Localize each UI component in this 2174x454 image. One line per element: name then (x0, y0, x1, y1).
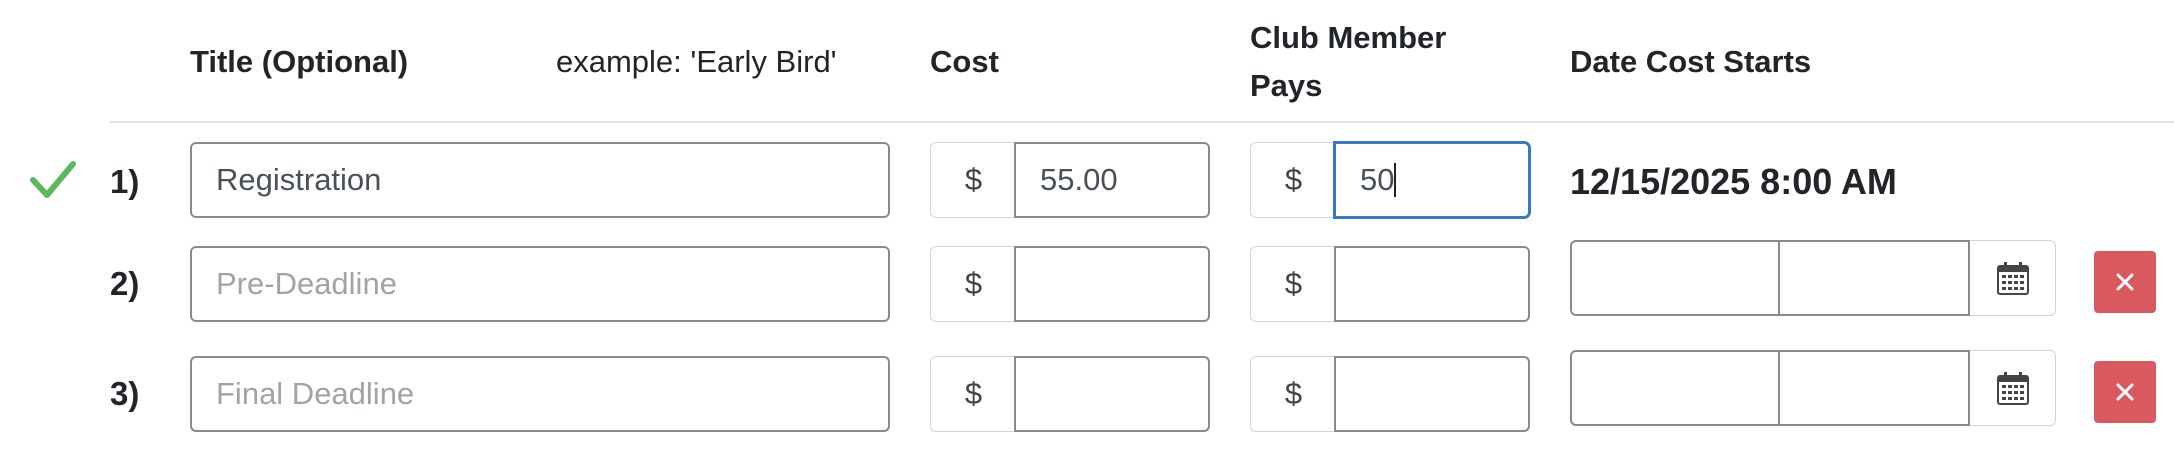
pricing-table-header: Title (Optional) example: 'Early Bird' C… (0, 0, 2174, 123)
start-date-text: 12/15/2025 8:00 AM (1570, 161, 1897, 202)
title-column-header: Title (Optional) (190, 44, 409, 79)
close-icon (2116, 273, 2134, 291)
start-time-input[interactable] (1778, 240, 1970, 316)
member-price-value: 50 (1360, 162, 1395, 197)
title-example-hint: example: 'Early Bird' (556, 44, 837, 79)
currency-addon: $ (930, 246, 1016, 322)
title-input[interactable] (190, 356, 890, 432)
cost-input[interactable] (1014, 142, 1210, 218)
check-icon (30, 161, 76, 198)
member-price-input[interactable] (1334, 246, 1530, 322)
member-column-header-line2: Pays (1250, 68, 1323, 103)
price-row-3: 3) $ $ (0, 350, 2174, 434)
row-number: 3) (110, 375, 140, 412)
delete-row-button[interactable] (2094, 251, 2156, 313)
price-row-1: 1) $ $ 50 12/15/2025 8:00 AM (0, 142, 2174, 222)
start-date-input[interactable] (1570, 240, 1780, 316)
member-price-input[interactable] (1334, 356, 1530, 432)
calendar-icon (1996, 262, 2029, 295)
member-currency-addon: $ (1250, 246, 1336, 322)
member-currency-addon: $ (1250, 142, 1336, 218)
currency-addon: $ (930, 142, 1016, 218)
title-input[interactable] (190, 142, 890, 218)
calendar-icon (1996, 372, 2029, 405)
text-cursor (1394, 163, 1397, 197)
price-row-2: 2) $ $ (0, 240, 2174, 324)
start-date-input[interactable] (1570, 350, 1780, 426)
title-input[interactable] (190, 246, 890, 322)
delete-row-button[interactable] (2094, 361, 2156, 423)
close-icon (2116, 383, 2134, 401)
date-column-header: Date Cost Starts (1570, 44, 1812, 79)
member-currency-addon: $ (1250, 356, 1336, 432)
cost-input[interactable] (1014, 246, 1210, 322)
row-number: 2) (110, 265, 140, 302)
member-price-input[interactable]: 50 (1334, 142, 1530, 218)
row-number: 1) (110, 163, 140, 200)
currency-addon: $ (930, 356, 1016, 432)
calendar-button[interactable] (1970, 240, 2056, 316)
member-column-header-line1: Club Member (1250, 20, 1447, 55)
cost-input[interactable] (1014, 356, 1210, 432)
start-time-input[interactable] (1778, 350, 1970, 426)
calendar-button[interactable] (1970, 350, 2056, 426)
header-divider (110, 121, 2174, 123)
cost-column-header: Cost (930, 44, 999, 79)
